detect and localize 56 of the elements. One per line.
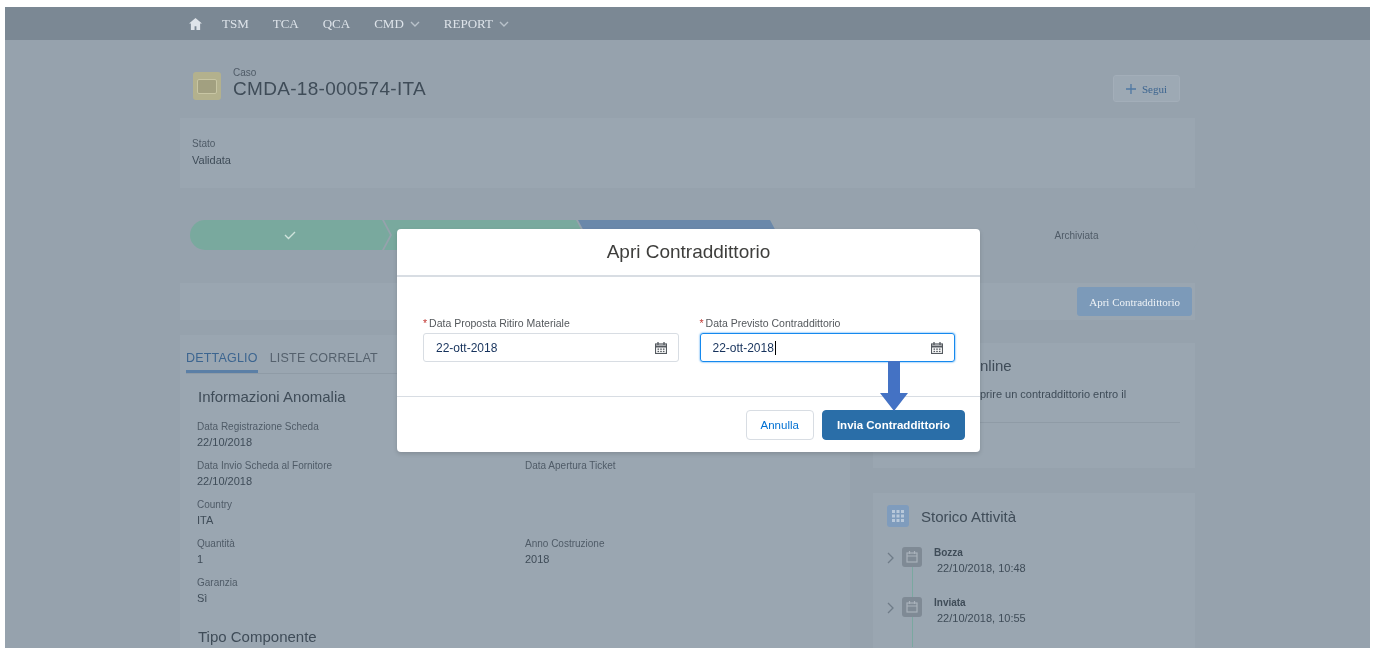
follow-button[interactable]: Segui [1112, 75, 1180, 102]
modal-title: Apri Contraddittorio [606, 241, 771, 263]
calendar-icon [902, 597, 922, 617]
check-icon [284, 230, 296, 240]
chevron-icon[interactable] [887, 552, 894, 564]
activity-name: Inviata [934, 597, 967, 608]
plus-icon [1125, 83, 1136, 94]
field-value: Sì [197, 592, 209, 604]
nav-tab[interactable]: CMD [362, 15, 432, 32]
date-field[interactable]: 22-ott-2018 [423, 333, 679, 362]
field-label: Garanzia [197, 577, 239, 588]
card-text: prire un contraddittorio entro il [980, 388, 1128, 400]
card-title: Storico Attività [921, 507, 1017, 525]
chevron-icon[interactable] [887, 602, 894, 614]
field-label: * Data Previsto Contraddittorio [699, 317, 842, 329]
field-label: Quantità [197, 538, 236, 549]
down-arrow-annotation [880, 361, 908, 411]
calendar-icon[interactable] [931, 341, 943, 354]
caret-icon [498, 20, 509, 27]
field-label: * Data Proposta Ritiro Materiale [423, 317, 571, 329]
grid-icon [887, 505, 909, 527]
activity-time: 22/10/2018, 10:55 [936, 612, 1026, 624]
open-dispute-button[interactable]: Apri Contraddittorio [1077, 287, 1192, 316]
field-value: 1 [197, 553, 205, 565]
field-label: Data Apertura Ticket [525, 460, 617, 471]
tab[interactable]: LISTE CORRELAT [269, 345, 378, 373]
activity-name: Bozza [934, 547, 964, 558]
nav-tab[interactable]: TSM [210, 15, 261, 32]
home-icon[interactable] [189, 17, 202, 30]
activity-time: 22/10/2018, 10:48 [936, 562, 1026, 574]
field-value: 22/10/2018 [197, 475, 254, 487]
record-type: Caso [233, 67, 258, 78]
submit-button[interactable]: Invia Contraddittorio [821, 409, 965, 440]
field-value: 22/10/2018 [197, 436, 254, 448]
field-label: Stato [192, 138, 217, 149]
nav-tab[interactable]: REPORT [431, 15, 521, 32]
field-value: Validata [192, 154, 232, 166]
cancel-button[interactable]: Annulla [745, 409, 814, 440]
record-title: CMDA-18-000574-ITA [233, 78, 427, 100]
nav-tab[interactable]: TCA [260, 15, 311, 32]
field-label: Data Invio Scheda al Fornitore [197, 460, 334, 471]
nav-tab[interactable]: QCA [310, 15, 363, 32]
date-field[interactable]: 22-ott-2018 [699, 333, 955, 362]
field-label: Anno Costruzione [525, 538, 606, 549]
field-value: ITA [197, 514, 215, 526]
card-title: nline [980, 357, 1013, 374]
field-value: 2018 [525, 553, 551, 565]
calendar-icon [902, 547, 922, 567]
caret-icon [409, 20, 420, 27]
field-label: Data Registrazione Scheda [197, 421, 320, 432]
section-title: Informazioni Anomalia [198, 388, 347, 405]
calendar-icon[interactable] [654, 341, 667, 354]
case-icon [193, 72, 221, 100]
tab[interactable]: DETTAGLIO [186, 345, 258, 373]
section-title: Tipo Componente [198, 628, 318, 645]
field-label: Country [197, 499, 233, 510]
